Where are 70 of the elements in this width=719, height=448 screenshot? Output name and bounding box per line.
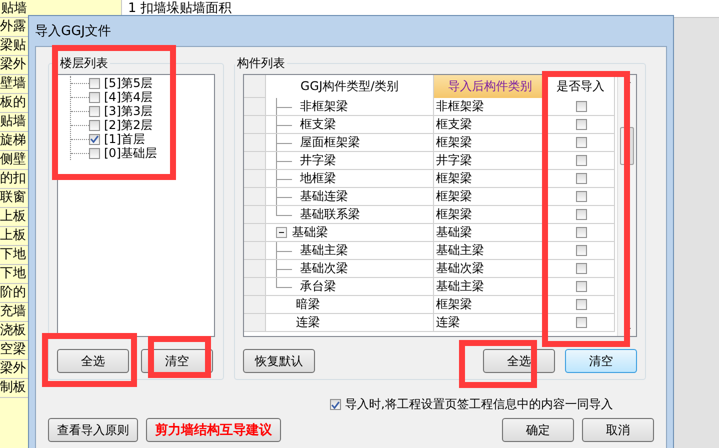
tree-cell: 基础梁 (266, 224, 434, 242)
row-header (244, 296, 266, 314)
tree-cell: 框支梁 (266, 116, 434, 134)
checkbox[interactable] (576, 263, 587, 274)
tree-cell: 承台梁 (266, 278, 434, 296)
ok-button[interactable]: 确定 (502, 418, 574, 442)
checkmark-icon (331, 400, 340, 408)
tree-cell: 屋面框架梁 (266, 134, 434, 152)
select-all-button[interactable]: 全选 (57, 349, 129, 373)
checkbox[interactable] (89, 120, 100, 130)
row-header (244, 116, 266, 134)
collapse-icon[interactable] (276, 227, 287, 238)
select-all-button[interactable]: 全选 (483, 349, 555, 373)
row-header (244, 134, 266, 152)
tree-cell: 基础联系梁 (266, 206, 434, 224)
checkbox[interactable] (576, 209, 587, 220)
row-header (244, 152, 266, 170)
checkbox[interactable] (576, 191, 587, 202)
checkbox[interactable] (576, 281, 587, 292)
window-title: 导入GGJ文件 (35, 23, 111, 40)
sheet-cell-text: 1 扣墙垛贴墙面积 (127, 0, 232, 17)
view-rules-button[interactable]: 查看导入原则 (48, 418, 138, 442)
floor-item[interactable]: [2]第2层 (104, 116, 153, 134)
row-header (244, 206, 266, 224)
checkbox[interactable] (576, 317, 587, 328)
checkmark-icon (90, 135, 99, 143)
tree-cell: 井字梁 (266, 152, 434, 170)
row-header (244, 224, 266, 242)
checkbox[interactable] (330, 399, 341, 410)
checkbox[interactable] (576, 119, 587, 130)
tree-cell: 暗梁 (266, 296, 434, 314)
tree-cell: 连梁 (266, 314, 434, 332)
row-header (244, 170, 266, 188)
floor-item[interactable]: [4]第4层 (104, 88, 153, 106)
row-header (244, 314, 266, 332)
floor-item[interactable]: [3]第3层 (104, 102, 153, 120)
checkbox[interactable] (576, 101, 587, 112)
floor-item[interactable]: [5]第5层 (104, 74, 153, 92)
checkbox[interactable] (576, 173, 587, 184)
row-header (244, 242, 266, 260)
clear-button[interactable]: 清空 (565, 349, 637, 373)
checkbox[interactable] (89, 78, 100, 88)
row-header (244, 260, 266, 278)
checkbox[interactable] (576, 137, 587, 148)
row-header (244, 75, 266, 98)
row-header (244, 278, 266, 296)
tree-cell: 基础连梁 (266, 188, 434, 206)
highlight-frame (148, 336, 211, 378)
group-title: 楼层列表 (59, 55, 109, 72)
tree-cell: 基础次梁 (266, 260, 434, 278)
restore-default-button[interactable]: 恢复默认 (243, 349, 315, 373)
row-header (244, 98, 266, 116)
sheet-cell: 贴墙 (0, 0, 122, 17)
group-title: 构件列表 (236, 55, 286, 72)
checkbox[interactable] (89, 148, 100, 158)
floor-item[interactable]: [0]基础层 (104, 144, 157, 162)
checkbox[interactable] (576, 245, 587, 256)
checkbox[interactable] (576, 155, 587, 166)
cancel-button[interactable]: 取消 (582, 418, 654, 442)
tree-cell: 基础主梁 (266, 242, 434, 260)
checkbox[interactable] (89, 92, 100, 102)
checkbox[interactable] (576, 227, 587, 238)
checkbox[interactable] (89, 134, 100, 144)
floor-item[interactable]: [1]首层 (104, 130, 145, 148)
row-header (244, 188, 266, 206)
checkbox[interactable] (89, 106, 100, 116)
checkbox[interactable] (576, 299, 587, 310)
tree-cell: 非框架梁 (266, 98, 434, 116)
option-label[interactable]: 导入时,将工程设置页签工程信息中的内容一同导入 (345, 396, 613, 413)
tree-cell: 地框梁 (266, 170, 434, 188)
